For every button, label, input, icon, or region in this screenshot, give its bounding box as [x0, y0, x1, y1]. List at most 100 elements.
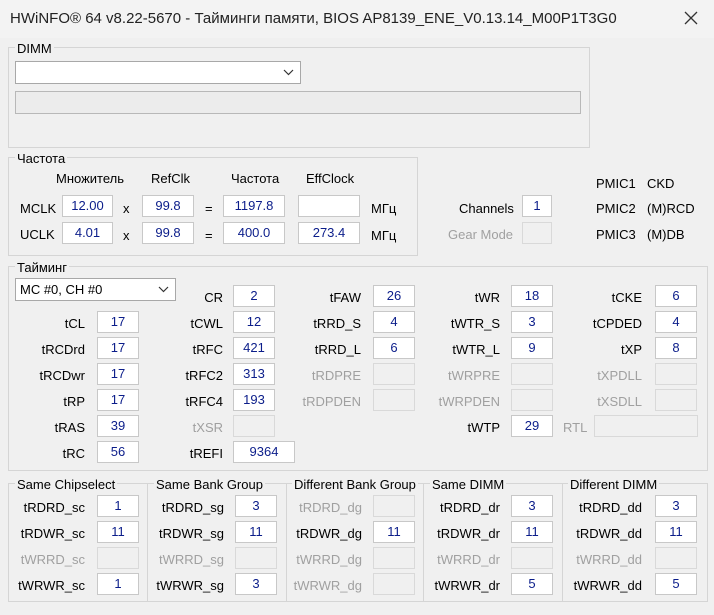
txp-label: tXP — [621, 342, 642, 357]
twrrd-sc-label: tWRRD_sc — [20, 552, 85, 567]
different-bank-group-label: Different Bank Group — [292, 477, 418, 492]
trdwr-dd-label: tRDWR_dd — [576, 526, 642, 541]
twrrd-dr-label: tWRRD_dr — [437, 552, 500, 567]
trc-label: tRC — [62, 446, 85, 461]
txpdll-value — [655, 363, 697, 385]
txsr-label: tXSR — [192, 420, 223, 435]
txsdll-label: tXSDLL — [597, 394, 642, 409]
txsr-value — [233, 415, 275, 437]
mclk-frequency: 1197.8 — [223, 195, 285, 217]
tcwl-value: 12 — [233, 311, 275, 333]
tcl-value: 17 — [97, 311, 139, 333]
tfaw-label: tFAW — [329, 290, 361, 305]
uclk-label: UCLK — [20, 227, 55, 242]
twrrd-sg-value — [235, 547, 277, 569]
twrwr-dg-label: tWRWR_dg — [293, 578, 362, 593]
channels-label: Channels — [459, 201, 514, 216]
tcwl-label: tCWL — [190, 316, 224, 331]
trrd-s-value: 4 — [373, 311, 415, 333]
trdrd-sg-value: 3 — [235, 495, 277, 517]
trdpre-label: tRDPRE — [311, 368, 361, 383]
mclk-label: MCLK — [20, 201, 57, 216]
trfc-label: tRFC — [192, 342, 223, 357]
trdrd-sc-label: tRDRD_sc — [23, 500, 85, 515]
mclk-times: x — [123, 201, 130, 216]
timing-group-label: Тайминг — [15, 260, 69, 275]
close-icon[interactable] — [681, 8, 701, 28]
twrwr-dg-value — [373, 573, 415, 595]
trcdrd-label: tRCDrd — [41, 342, 85, 357]
twrpden-label: tWRPDEN — [438, 394, 500, 409]
trdwr-dr-value: 11 — [511, 521, 553, 543]
twrwr-sg-value: 3 — [235, 573, 277, 595]
twtp-value: 29 — [511, 415, 553, 437]
window-title: HWiNFO® 64 v8.22-5670 - Тайминги памяти,… — [10, 10, 617, 27]
different-dimm-label: Different DIMM — [568, 477, 660, 492]
dimm-select[interactable] — [15, 61, 301, 84]
twrwr-dr-value: 5 — [511, 573, 553, 595]
trdrd-sg-label: tRDRD_sg — [161, 500, 224, 515]
txp-value: 8 — [655, 337, 697, 359]
trdwr-sg-label: tRDWR_sg — [158, 526, 224, 541]
trdrd-dg-label: tRDRD_dg — [299, 500, 362, 515]
twrwr-dd-value: 5 — [655, 573, 697, 595]
trdrd-dd-label: tRDRD_dd — [579, 500, 642, 515]
mclk-equals: = — [205, 201, 213, 216]
trdwr-dg-label: tRDWR_dg — [296, 526, 362, 541]
mclk-effclock — [298, 195, 360, 217]
tcke-value: 6 — [655, 285, 697, 307]
uclk-refclk: 99.8 — [142, 222, 194, 244]
trfc-value: 421 — [233, 337, 275, 359]
same-chipselect-label: Same Chipselect — [15, 477, 118, 492]
rtl-value — [594, 415, 698, 437]
twrrd-dd-value — [655, 547, 697, 569]
trefi-label: tREFI — [189, 446, 223, 461]
header-effclock: EffClock — [306, 171, 355, 186]
trdwr-sc-label: tRDWR_sc — [20, 526, 85, 541]
header-frequency: Частота — [231, 171, 280, 186]
tfaw-value: 26 — [373, 285, 415, 307]
mclk-unit: МГц — [371, 201, 397, 216]
trdrd-dg-value — [373, 495, 415, 517]
same-dimm-label: Same DIMM — [430, 477, 507, 492]
channel-select-value: MC #0, CH #0 — [20, 282, 103, 297]
trdwr-dd-value: 11 — [655, 521, 697, 543]
trp-label: tRP — [63, 394, 85, 409]
trdrd-sc-value: 1 — [97, 495, 139, 517]
trefi-value: 9364 — [233, 441, 295, 463]
twrwr-dd-label: tWRWR_dd — [573, 578, 642, 593]
frequency-group-label: Частота — [15, 151, 68, 166]
trdrd-dr-label: tRDRD_dr — [440, 500, 500, 515]
tras-label: tRAS — [54, 420, 85, 435]
trfc4-label: tRFC4 — [185, 394, 223, 409]
uclk-frequency: 400.0 — [223, 222, 285, 244]
twrrd-sc-value — [97, 547, 139, 569]
trc-value: 56 — [97, 441, 139, 463]
chevron-down-icon — [283, 69, 294, 76]
twrrd-dg-label: tWRRD_dg — [296, 552, 362, 567]
twrrd-dr-value — [511, 547, 553, 569]
tcpded-label: tCPDED — [592, 316, 642, 331]
twtr-l-value: 9 — [511, 337, 553, 359]
twrwr-sc-value: 1 — [97, 573, 139, 595]
trdwr-sg-value: 11 — [235, 521, 277, 543]
trfc2-label: tRFC2 — [185, 368, 223, 383]
cr-label: CR — [204, 290, 223, 305]
gear-mode-value — [522, 222, 552, 244]
trdpden-label: tRDPDEN — [302, 394, 361, 409]
tras-value: 39 — [97, 415, 139, 437]
twrrd-sg-label: tWRRD_sg — [158, 552, 224, 567]
trdwr-sc-value: 11 — [97, 521, 139, 543]
same-bank-group-label: Same Bank Group — [154, 477, 265, 492]
chevron-down-icon — [158, 286, 169, 293]
twrpden-value — [511, 389, 553, 411]
twrpre-value — [511, 363, 553, 385]
twr-value: 18 — [511, 285, 553, 307]
tcl-label: tCL — [64, 316, 85, 331]
trfc2-value: 313 — [233, 363, 275, 385]
channel-select[interactable]: MC #0, CH #0 — [15, 278, 176, 301]
twtr-s-value: 3 — [511, 311, 553, 333]
dimm-info-bar — [15, 91, 581, 114]
pmic3-value: (M)DB — [647, 227, 685, 242]
cr-value: 2 — [233, 285, 275, 307]
